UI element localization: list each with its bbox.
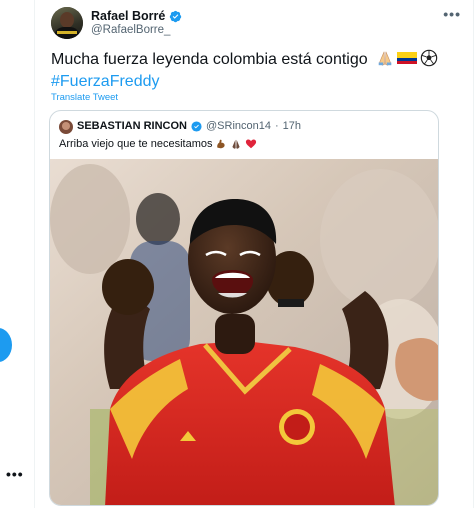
tweet-emojis: [376, 49, 438, 67]
more-options-icon[interactable]: •••: [6, 466, 24, 482]
quoted-tweet[interactable]: SEBASTIAN RINCON @SRincon14 · 17h Arriba…: [49, 110, 439, 506]
flexed-biceps-icon: [217, 139, 226, 149]
author-display-name[interactable]: Rafael Borré: [91, 9, 165, 23]
quoted-text: Arriba viejo que te necesitamos: [59, 138, 213, 150]
author-name-row: Rafael Borré: [91, 9, 182, 23]
quoted-body: Arriba viejo que te necesitamos: [59, 138, 257, 150]
tweet-more-icon[interactable]: •••: [443, 6, 461, 22]
quoted-author-row: SEBASTIAN RINCON @SRincon14 · 17h: [77, 120, 301, 132]
verified-badge-icon: [170, 10, 182, 22]
red-heart-icon: [246, 139, 257, 149]
avatar[interactable]: [51, 7, 83, 39]
folded-hands-dark-icon: [232, 139, 241, 149]
quoted-avatar[interactable]: [59, 120, 73, 134]
author-handle[interactable]: @RafaelBorre_: [91, 24, 170, 36]
quoted-handle[interactable]: @SRincon14: [206, 120, 271, 132]
quoted-separator: ·: [275, 120, 279, 132]
compose-tweet-button[interactable]: [0, 328, 12, 362]
tweet-card[interactable]: Rafael Borré @RafaelBorre_ ••• Mucha fue…: [34, 0, 474, 508]
hashtag-link[interactable]: #FuerzaFreddy: [51, 73, 160, 90]
quoted-display-name[interactable]: SEBASTIAN RINCON: [77, 120, 187, 132]
tweet-text: Mucha fuerza leyenda colombia está conti…: [51, 51, 368, 68]
colombia-flag-icon: [397, 52, 418, 64]
celebrating-player-image: [50, 159, 438, 505]
quoted-timestamp[interactable]: 17h: [283, 120, 301, 132]
tweet-body: Mucha fuerza leyenda colombia está conti…: [51, 49, 461, 93]
quoted-verified-badge-icon: [191, 120, 202, 132]
folded-hands-icon: [378, 51, 392, 66]
left-navigation-rail: •••: [0, 0, 34, 508]
translate-tweet-link[interactable]: Translate Tweet: [51, 92, 118, 103]
soccer-ball-icon: [420, 49, 438, 67]
quoted-tweet-photo[interactable]: [50, 159, 438, 505]
